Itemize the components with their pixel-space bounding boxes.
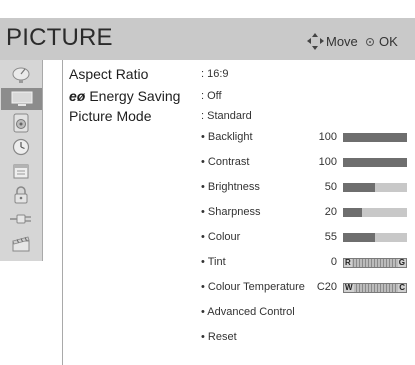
setting-colour-slider[interactable] <box>343 233 407 242</box>
setting-brightness[interactable]: • Brightness <box>201 181 260 193</box>
setting-sharpness[interactable]: • Sharpness <box>201 206 261 218</box>
ok-hint-label: OK <box>379 34 398 49</box>
balance-left-label: R <box>344 258 352 267</box>
setting-sharpness-slider[interactable] <box>343 208 407 217</box>
slider-fill <box>343 183 375 192</box>
setting-colour-temperature-balance-slider[interactable]: WC <box>343 283 407 293</box>
picture-settings-screen: PICTURE Move OK Aspect Ratio: 16:9 eø E… <box>0 0 415 365</box>
tv-screen-icon <box>11 91 32 106</box>
speaker-icon <box>13 113 29 133</box>
move-hint: Move <box>307 33 358 50</box>
energy-saving-icon: eø <box>69 88 86 104</box>
picture-mode-value: : Standard <box>201 110 252 122</box>
padlock-icon <box>14 186 28 204</box>
slider-fill <box>343 133 407 142</box>
balance-right-label: G <box>397 258 406 267</box>
clapperboard-icon <box>12 236 30 252</box>
energy-saving-value: : Off <box>201 90 222 102</box>
setting-backlight-slider[interactable] <box>343 133 407 142</box>
sidebar-item-audio[interactable] <box>5 112 37 134</box>
move-hint-label: Move <box>326 34 358 49</box>
energy-saving-label: Energy Saving <box>89 88 181 104</box>
setting-brightness-slider[interactable] <box>343 183 407 192</box>
ok-button-icon <box>366 37 374 46</box>
setting-sharpness-value: 20 <box>324 206 337 218</box>
picture-mode-label[interactable]: Picture Mode <box>69 108 151 124</box>
ok-hint: OK <box>366 34 398 49</box>
clock-icon <box>12 138 30 156</box>
setting-advanced-control[interactable]: • Advanced Control <box>201 306 295 318</box>
setting-tint-value: 0 <box>330 256 337 268</box>
sidebar-item-media[interactable] <box>5 232 37 254</box>
title-bar: PICTURE Move OK <box>0 18 415 60</box>
screen-title: PICTURE <box>6 24 113 51</box>
setting-tint-balance-slider[interactable]: RG <box>343 258 407 268</box>
balance-right-label: C <box>398 283 406 292</box>
sidebar-item-lock[interactable] <box>5 184 37 206</box>
category-sidebar <box>0 60 43 261</box>
setting-brightness-value: 50 <box>324 181 337 193</box>
sidebar-item-time[interactable] <box>5 136 37 158</box>
sidebar-item-satellite[interactable] <box>5 64 37 86</box>
setting-contrast[interactable]: • Contrast <box>201 156 249 168</box>
satellite-dish-icon <box>12 67 30 83</box>
aspect-ratio-label[interactable]: Aspect Ratio <box>69 66 148 82</box>
slider-fill <box>343 158 407 167</box>
move-arrows-icon <box>307 33 324 50</box>
calendar-icon <box>13 164 29 179</box>
setting-contrast-slider[interactable] <box>343 158 407 167</box>
slider-fill <box>343 208 362 217</box>
slider-fill <box>343 233 375 242</box>
setting-colour-value: 55 <box>324 231 337 243</box>
sidebar-item-input[interactable] <box>5 208 37 230</box>
aspect-ratio-value: : 16:9 <box>201 68 229 80</box>
setting-colour-temperature-value: C20 <box>316 281 337 293</box>
setting-contrast-value: 100 <box>318 156 337 168</box>
setting-backlight[interactable]: • Backlight <box>201 131 253 143</box>
sidebar-item-picture[interactable] <box>1 88 42 110</box>
energy-saving-row[interactable]: eø Energy Saving <box>69 88 180 104</box>
settings-panel: Aspect Ratio : 16:9 eø Energy Saving : O… <box>62 60 415 365</box>
input-plug-icon <box>10 214 31 224</box>
setting-colour[interactable]: • Colour <box>201 231 240 243</box>
setting-backlight-value: 100 <box>318 131 337 143</box>
sidebar-item-schedule[interactable] <box>5 160 37 182</box>
setting-reset[interactable]: • Reset <box>201 331 237 343</box>
balance-left-label: W <box>344 283 354 292</box>
setting-tint[interactable]: • Tint <box>201 256 226 268</box>
